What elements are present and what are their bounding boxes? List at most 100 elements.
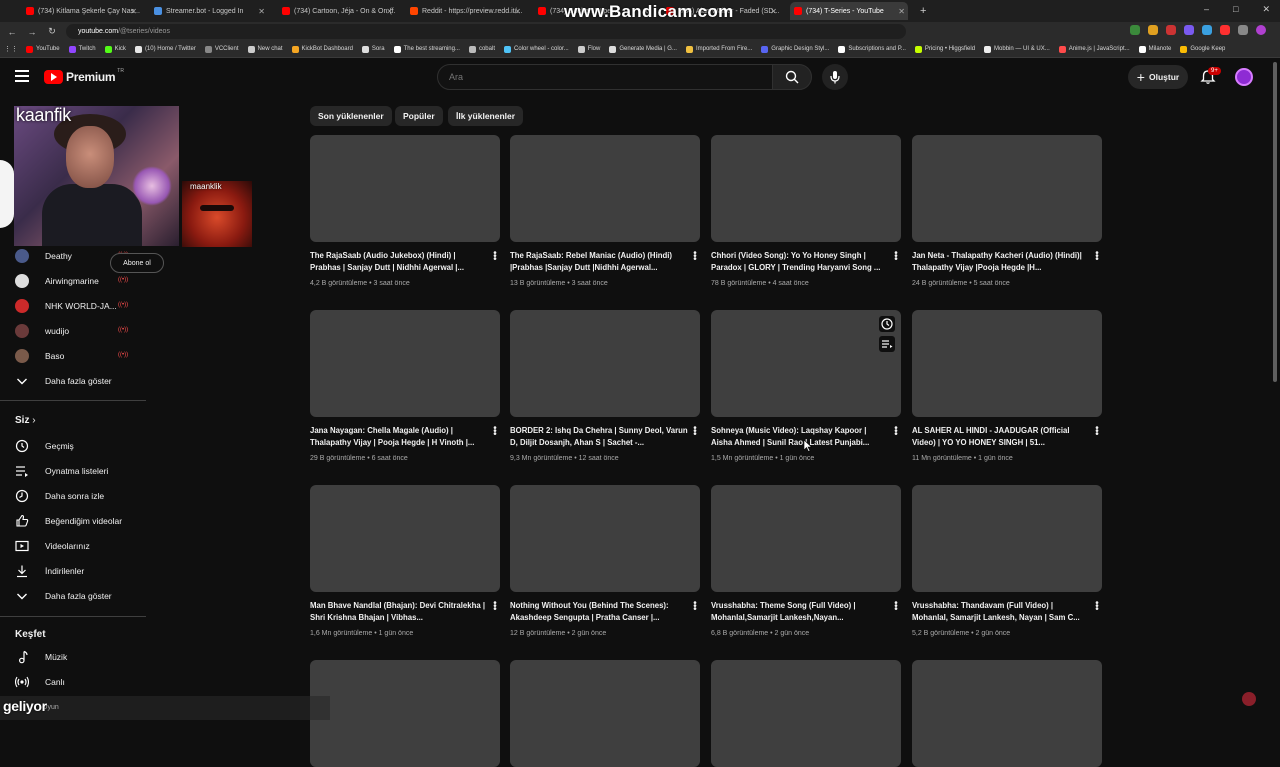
- bookmark-item[interactable]: Flow: [577, 45, 600, 53]
- floating-action-icon[interactable]: [1242, 692, 1256, 706]
- maximize-icon[interactable]: □: [1233, 4, 1238, 15]
- video-title[interactable]: Vrusshabha: Thandavam (Full Video) | Moh…: [912, 600, 1090, 624]
- video-thumbnail[interactable]: [310, 310, 500, 417]
- search-input[interactable]: [449, 72, 749, 82]
- bookmark-item[interactable]: Subscriptions and P...: [838, 45, 906, 53]
- sidebar-item-like[interactable]: Beğendiğim videolar: [0, 509, 146, 533]
- show-more-button[interactable]: Daha fazla göster: [0, 369, 146, 393]
- video-title[interactable]: The RajaSaab: Rebel Maniac (Audio) (Hind…: [510, 250, 688, 274]
- video-thumbnail[interactable]: [912, 485, 1102, 592]
- extension-icon[interactable]: [1202, 25, 1212, 35]
- video-thumbnail[interactable]: [510, 310, 700, 417]
- video-thumbnail[interactable]: [912, 660, 1102, 767]
- bookmark-item[interactable]: cobalt: [468, 45, 495, 53]
- bookmark-item[interactable]: Kick: [104, 45, 126, 53]
- apps-icon[interactable]: ⋮⋮: [4, 45, 18, 53]
- extension-icon[interactable]: [1166, 25, 1176, 35]
- extension-icon[interactable]: [1130, 25, 1140, 35]
- video-thumbnail[interactable]: [510, 660, 700, 767]
- bookmark-item[interactable]: Mobbin — UI & UX...: [984, 45, 1050, 53]
- more-options-icon[interactable]: • • •: [692, 249, 698, 265]
- sidebar-subscription-item[interactable]: Baso ((•)): [0, 344, 146, 368]
- browser-tab[interactable]: Reddit - https://preview.redd.it/... ✕: [406, 2, 524, 20]
- video-thumbnail[interactable]: [310, 485, 500, 592]
- tab-close-icon[interactable]: ✕: [770, 7, 777, 16]
- add-to-queue-icon[interactable]: [879, 336, 895, 352]
- sidebar-item-history[interactable]: Geçmiş: [0, 434, 146, 458]
- video-title[interactable]: Jan Neta - Thalapathy Kacheri (Audio) (H…: [912, 250, 1090, 274]
- bookmark-item[interactable]: Twitch: [68, 45, 96, 53]
- video-thumbnail[interactable]: [912, 310, 1102, 417]
- bookmark-item[interactable]: Color wheel - color...: [503, 45, 569, 53]
- video-thumbnail[interactable]: [310, 135, 500, 242]
- more-options-icon[interactable]: • • •: [492, 249, 498, 265]
- video-thumbnail[interactable]: [711, 485, 901, 592]
- more-options-icon[interactable]: • • •: [492, 599, 498, 615]
- video-title[interactable]: Sohneya (Music Video): Laqshay Kapoor | …: [711, 425, 889, 449]
- reload-icon[interactable]: ↻: [44, 26, 60, 37]
- more-options-icon[interactable]: • • •: [692, 424, 698, 440]
- video-thumbnail[interactable]: [510, 485, 700, 592]
- extension-icon[interactable]: [1148, 25, 1158, 35]
- account-avatar[interactable]: [1235, 68, 1253, 86]
- sidebar-item-music[interactable]: Müzik: [0, 645, 146, 669]
- bookmark-item[interactable]: KickBot Dashboard: [291, 45, 353, 53]
- more-options-icon[interactable]: • • •: [893, 424, 899, 440]
- watch-later-icon[interactable]: [879, 316, 895, 332]
- tab-close-icon[interactable]: ✕: [514, 7, 521, 16]
- bookmark-item[interactable]: VCClient: [204, 45, 239, 53]
- bookmark-item[interactable]: (10) Home / Twitter: [134, 45, 196, 53]
- browser-tab[interactable]: Streamer.bot - Logged In ✕: [150, 2, 268, 20]
- video-title[interactable]: Nothing Without You (Behind The Scenes):…: [510, 600, 688, 624]
- video-title[interactable]: Jana Nayagan: Chella Magale (Audio) | Th…: [310, 425, 488, 449]
- filter-chip[interactable]: İlk yüklenenler: [448, 106, 524, 126]
- bookmark-item[interactable]: Pricing • Higgsfield: [914, 45, 975, 53]
- sidebar-item-download[interactable]: İndirilenler: [0, 559, 146, 583]
- sidebar-subscription-item[interactable]: NHK WORLD-JA... ((•)): [0, 294, 146, 318]
- bookmark-item[interactable]: Google Keep: [1180, 45, 1225, 53]
- back-icon[interactable]: ←: [4, 27, 20, 37]
- bookmark-item[interactable]: Anime.js | JavaScript...: [1058, 45, 1130, 53]
- more-options-icon[interactable]: • • •: [1094, 424, 1100, 440]
- tab-close-icon[interactable]: ✕: [386, 7, 393, 16]
- bookmark-item[interactable]: New chat: [247, 45, 283, 53]
- sidebar-item-your-videos[interactable]: Videolarınız: [0, 534, 146, 558]
- video-title[interactable]: AL SAHER AL HINDI - JAADUGAR (Official V…: [912, 425, 1090, 449]
- extension-icon[interactable]: [1238, 25, 1248, 35]
- more-options-icon[interactable]: • • •: [893, 249, 899, 265]
- youtube-premium-logo[interactable]: Premium TR: [44, 68, 124, 84]
- show-more-button[interactable]: Daha fazla göster: [0, 584, 146, 608]
- bookmark-item[interactable]: YouTube: [26, 45, 60, 53]
- filter-chip[interactable]: Son yüklenenler: [310, 106, 392, 126]
- you-section-header[interactable]: Siz ›: [15, 415, 36, 426]
- minimize-icon[interactable]: –: [1204, 4, 1209, 15]
- video-title[interactable]: The RajaSaab (Audio Jukebox) (Hindi) | P…: [310, 250, 488, 274]
- video-title[interactable]: Vrusshabha: Theme Song (Full Video) | Mo…: [711, 600, 889, 624]
- video-thumbnail[interactable]: [310, 660, 500, 767]
- bookmark-item[interactable]: Milanote: [1138, 45, 1171, 53]
- url-field[interactable]: youtube.com/@tseries/videos: [66, 24, 906, 39]
- video-thumbnail[interactable]: [711, 310, 901, 417]
- browser-tab[interactable]: (734) Cartoon, Jéja - On & On (f... ✕: [278, 2, 396, 20]
- bookmark-item[interactable]: Imported From Fire...: [685, 45, 752, 53]
- video-thumbnail[interactable]: [711, 135, 901, 242]
- video-title[interactable]: Man Bhave Nandlal (Bhajan): Devi Chitral…: [310, 600, 488, 624]
- bookmark-item[interactable]: Graphic Design Styl...: [761, 45, 829, 53]
- subscribe-button[interactable]: Abone ol: [110, 253, 164, 273]
- video-thumbnail[interactable]: [510, 135, 700, 242]
- close-window-icon[interactable]: ✕: [1262, 4, 1270, 15]
- video-title[interactable]: BORDER 2: Ishq Da Chehra | Sunny Deol, V…: [510, 425, 688, 449]
- filter-chip[interactable]: Popüler: [395, 106, 443, 126]
- video-thumbnail[interactable]: [912, 135, 1102, 242]
- sidebar-subscription-item[interactable]: wudijo ((•)): [0, 319, 146, 343]
- bookmark-item[interactable]: Generate Media | G...: [609, 45, 677, 53]
- video-title[interactable]: Chhori (Video Song): Yo Yo Honey Singh |…: [711, 250, 889, 274]
- browser-tab[interactable]: (734) Kitlama Şekerle Çay Nas... ✕: [22, 2, 140, 20]
- forward-icon[interactable]: →: [24, 27, 40, 37]
- bookmark-item[interactable]: The best streaming...: [393, 45, 460, 53]
- more-options-icon[interactable]: • • •: [492, 424, 498, 440]
- tab-close-icon[interactable]: ✕: [258, 7, 265, 16]
- profile-icon[interactable]: [1256, 25, 1266, 35]
- sidebar-item-watch-later[interactable]: Daha sonra izle: [0, 484, 146, 508]
- more-options-icon[interactable]: • • •: [893, 599, 899, 615]
